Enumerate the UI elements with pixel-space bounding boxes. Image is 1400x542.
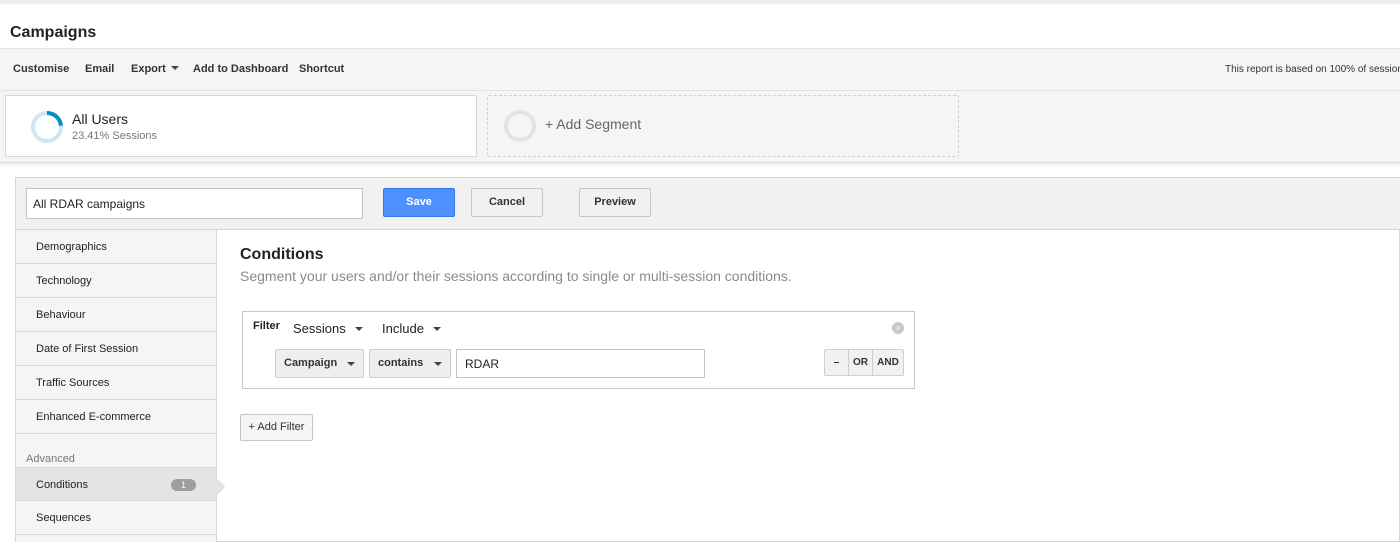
filter-mode-dropdown[interactable]: Include (382, 321, 441, 336)
page-title: Campaigns (10, 24, 97, 41)
conditions-title: Conditions (240, 246, 324, 263)
add-segment-button[interactable]: + Add Segment (487, 95, 959, 157)
and-button[interactable]: AND (873, 350, 903, 375)
nav-item-label: Enhanced E-commerce (36, 411, 151, 423)
nav-section-advanced: Advanced (26, 453, 75, 465)
nav-item-label: Sequences (36, 512, 92, 524)
add-filter-button[interactable]: + Add Filter (240, 414, 313, 441)
filter-label: Filter (253, 320, 280, 332)
operator-select[interactable]: contains (369, 349, 451, 378)
chevron-down-icon (354, 327, 363, 331)
nav-item-conditions[interactable]: Conditions 1 (16, 467, 216, 501)
cancel-button[interactable]: Cancel (471, 188, 543, 217)
nav-item-label: Traffic Sources (36, 377, 110, 389)
preview-button[interactable]: Preview (579, 188, 651, 217)
segment-editor: Save Cancel Preview Demographics Technol… (15, 177, 1400, 542)
segment-editor-nav: Demographics Technology Behaviour Date o… (16, 230, 217, 542)
conditions-count-badge: 1 (171, 479, 196, 491)
filter-box: Filter Sessions Include × Campaign conta… (242, 311, 915, 389)
filter-value-input[interactable] (456, 349, 705, 378)
filter-scope-value: Sessions (293, 321, 346, 336)
add-to-dashboard-button[interactable]: Add to Dashboard (193, 63, 288, 75)
filter-mode-value: Include (382, 321, 424, 336)
chevron-down-icon (170, 66, 179, 70)
remove-filter-icon[interactable]: × (892, 322, 904, 334)
export-label: Export (131, 63, 166, 75)
nav-item-label: Date of First Session (36, 343, 139, 355)
filter-scope-dropdown[interactable]: Sessions (293, 321, 363, 336)
dimension-value: Campaign (284, 357, 338, 369)
or-button[interactable]: OR (849, 350, 873, 375)
dimension-select[interactable]: Campaign (275, 349, 364, 378)
nav-item-behaviour[interactable]: Behaviour (16, 298, 216, 332)
remove-condition-button[interactable]: – (825, 350, 849, 375)
segment-name: All Users (72, 111, 129, 127)
segment-sessions: 23.41% Sessions (72, 130, 157, 142)
nav-item-label: Behaviour (36, 309, 86, 321)
nav-item-label: Technology (36, 275, 92, 287)
nav-item-demographics[interactable]: Demographics (16, 230, 216, 264)
nav-item-label: Conditions (36, 479, 88, 491)
shortcut-button[interactable]: Shortcut (299, 63, 344, 75)
save-button[interactable]: Save (383, 188, 455, 217)
segment-card-all-users[interactable]: All Users 23.41% Sessions (5, 95, 477, 157)
sampling-note: This report is based on 100% of sessions (1225, 64, 1400, 75)
top-strip (0, 0, 1400, 4)
chevron-down-icon (347, 362, 355, 366)
segments-bar: All Users 23.41% Sessions + Add Segment (0, 91, 1400, 163)
email-button[interactable]: Email (85, 63, 114, 75)
chevron-down-icon (432, 327, 441, 331)
segment-donut-icon (31, 111, 63, 143)
segment-editor-header: Save Cancel Preview (16, 178, 1400, 230)
report-toolbar: Customise Email Export Add to Dashboard … (0, 48, 1400, 91)
active-nav-pointer-fill (216, 479, 224, 495)
customise-button[interactable]: Customise (13, 63, 69, 75)
segment-name-input[interactable] (26, 188, 363, 219)
empty-segment-icon (504, 110, 536, 142)
nav-item-traffic-sources[interactable]: Traffic Sources (16, 366, 216, 400)
export-button[interactable]: Export (131, 63, 179, 75)
nav-item-date-of-first-session[interactable]: Date of First Session (16, 332, 216, 366)
nav-item-sequences[interactable]: Sequences (16, 501, 216, 535)
chevron-down-icon (434, 362, 442, 366)
conditions-description: Segment your users and/or their sessions… (240, 268, 792, 284)
nav-item-technology[interactable]: Technology (16, 264, 216, 298)
nav-item-enhanced-ecommerce[interactable]: Enhanced E-commerce (16, 400, 216, 434)
add-segment-label: + Add Segment (545, 116, 642, 132)
operator-value: contains (378, 357, 424, 369)
nav-item-label: Demographics (36, 241, 107, 253)
filter-logic-buttons: – OR AND (824, 349, 904, 376)
